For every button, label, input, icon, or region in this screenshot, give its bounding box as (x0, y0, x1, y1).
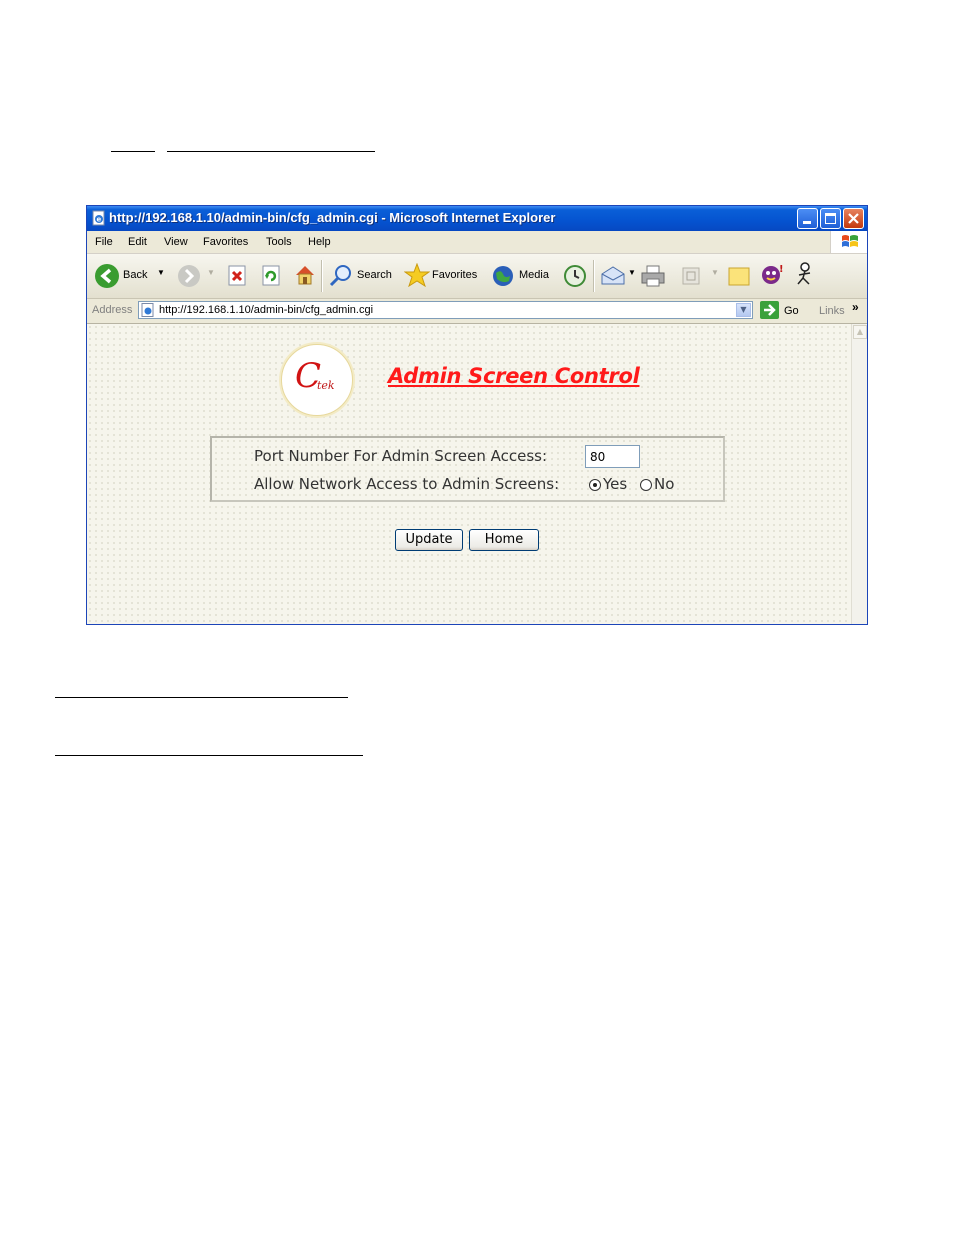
address-url-text: http://192.168.1.10/admin-bin/cfg_admin.… (159, 304, 374, 316)
svg-text:e: e (97, 216, 102, 224)
svg-text:!: ! (779, 264, 784, 275)
back-button-label[interactable]: Back (123, 269, 147, 281)
menu-help[interactable]: Help (308, 236, 331, 248)
menu-favorites[interactable]: Favorites (203, 236, 248, 248)
page-title: Admin Screen Control (388, 364, 640, 388)
messenger-icon[interactable]: ! (760, 262, 786, 286)
menu-tools[interactable]: Tools (266, 236, 292, 248)
ctek-logo: C tek (281, 344, 353, 416)
forward-dropdown-icon[interactable]: ▼ (207, 268, 215, 277)
menu-bar: File Edit View Favorites Tools Help (87, 231, 867, 254)
port-number-label: Port Number For Admin Screen Access: (254, 447, 548, 465)
go-arrow-icon[interactable] (760, 301, 779, 319)
network-access-label: Allow Network Access to Admin Screens: (254, 475, 560, 493)
back-dropdown-icon[interactable]: ▼ (157, 268, 165, 277)
ie-page-icon: e (92, 210, 105, 226)
favorites-star-icon[interactable] (404, 263, 430, 287)
radio-selected-dot (593, 483, 597, 487)
go-button-label[interactable]: Go (784, 305, 799, 317)
logo-subtext: tek (317, 379, 335, 392)
minimize-button[interactable] (797, 208, 818, 229)
page-content: C tek Admin Screen Control Port Number F… (87, 324, 851, 624)
media-button-label[interactable]: Media (519, 269, 549, 281)
favorites-button-label[interactable]: Favorites (432, 269, 477, 281)
back-arrow-icon[interactable] (94, 263, 120, 289)
doc-underline-3 (55, 697, 348, 698)
home-button[interactable]: Home (469, 529, 539, 551)
address-dropdown-icon[interactable]: ▼ (736, 303, 751, 317)
search-icon[interactable] (329, 264, 353, 288)
update-button[interactable]: Update (395, 529, 463, 551)
home-icon[interactable] (293, 263, 317, 287)
forward-arrow-icon[interactable] (177, 264, 201, 288)
address-label: Address (92, 304, 133, 316)
discuss-icon[interactable] (727, 264, 751, 288)
edit-dropdown-icon[interactable]: ▼ (711, 268, 719, 277)
close-icon (848, 213, 859, 224)
browser-window: e http://192.168.1.10/admin-bin/cfg_admi… (86, 205, 868, 625)
refresh-icon[interactable] (261, 265, 281, 287)
radio-no-label[interactable]: No (654, 475, 674, 493)
windows-flag-logo (830, 231, 867, 253)
mail-icon[interactable] (600, 264, 626, 288)
address-input[interactable]: http://192.168.1.10/admin-bin/cfg_admin.… (138, 301, 753, 319)
doc-underline-4 (55, 755, 363, 756)
radio-yes[interactable] (589, 479, 601, 491)
menu-edit[interactable]: Edit (128, 236, 147, 248)
menu-file[interactable]: File (95, 236, 113, 248)
buddy-icon[interactable] (794, 262, 816, 288)
menu-view[interactable]: View (164, 236, 188, 248)
address-bar: Address http://192.168.1.10/admin-bin/cf… (87, 299, 867, 324)
toolbar-separator (321, 260, 323, 292)
radio-no[interactable] (640, 479, 652, 491)
doc-underline-1 (111, 151, 155, 152)
links-label[interactable]: Links (819, 305, 845, 317)
maximize-button[interactable] (820, 208, 841, 229)
stop-icon[interactable] (227, 265, 247, 287)
edit-icon[interactable] (680, 265, 702, 287)
vertical-scrollbar[interactable]: ▲ (851, 324, 867, 624)
title-bar[interactable]: e http://192.168.1.10/admin-bin/cfg_admi… (87, 206, 867, 231)
close-button[interactable] (843, 208, 864, 229)
mail-dropdown-icon[interactable]: ▼ (628, 268, 636, 277)
toolbar-separator (593, 260, 595, 292)
scroll-up-arrow-icon[interactable]: ▲ (853, 325, 867, 339)
page-icon (141, 303, 154, 317)
window-title: http://192.168.1.10/admin-bin/cfg_admin.… (109, 210, 556, 225)
history-icon[interactable] (563, 264, 587, 288)
windows-flag-icon (842, 235, 858, 247)
radio-yes-label[interactable]: Yes (603, 475, 627, 493)
port-number-input[interactable] (585, 445, 640, 468)
doc-underline-2 (167, 151, 375, 152)
standard-toolbar: Back ▼ ▼ Search Favorites Media ▼ ▼ ! (87, 254, 867, 299)
links-chevron-icon[interactable]: » (852, 300, 859, 314)
media-icon[interactable] (491, 264, 517, 288)
print-icon[interactable] (640, 264, 666, 288)
search-button-label[interactable]: Search (357, 269, 392, 281)
